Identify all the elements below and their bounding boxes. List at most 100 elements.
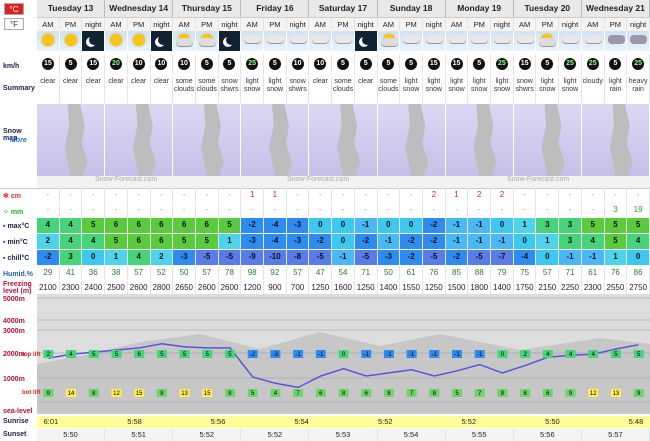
top_temps-label: -1 — [364, 352, 370, 358]
chill_c-cell: 1 — [105, 250, 128, 265]
weather-icon-cell — [286, 31, 310, 51]
freezing-cell: 1550 — [400, 281, 423, 294]
cloud-icon — [312, 35, 330, 43]
period-label: night — [491, 18, 514, 31]
wind-speed-icon: 15 — [41, 58, 54, 70]
summary-cell: light snow — [264, 76, 287, 103]
cloud-icon — [380, 38, 398, 46]
max_c-cell: 0 — [491, 218, 514, 233]
freezing-cell: 2400 — [82, 281, 106, 294]
snow_cm-cell: - — [105, 188, 128, 202]
moon-icon — [89, 35, 99, 45]
chill_c-cell: -5 — [195, 250, 219, 265]
weather-icon-cell — [37, 31, 60, 51]
freezing-cell: 2300 — [582, 281, 605, 294]
max_c-cell: 6 — [127, 218, 151, 233]
top_temps-label: -1 — [432, 352, 438, 358]
sunset-row: 5:50 5:51 5:52 5:52 5:53 5:54 5:55 5:56 5:57 — [37, 429, 650, 441]
forecast-table: { "units": {"celsius":"°C","fahrenheit":… — [0, 0, 650, 441]
cloud-snow-icon — [425, 35, 443, 43]
snow-map-image — [513, 104, 582, 176]
summary-label: Summary — [3, 85, 35, 92]
humidity-cell: 57 — [536, 266, 560, 280]
moon-icon — [158, 35, 168, 45]
bot_temps-label: 13 — [181, 391, 188, 397]
humidity-cell: 78 — [219, 266, 242, 280]
celsius-toggle[interactable]: °C — [4, 3, 24, 15]
max_c-cell: 1 — [513, 218, 537, 233]
wind-cell: 5 — [332, 55, 355, 75]
rain_mm-cell: - — [536, 203, 560, 217]
cloud-rain-icon — [630, 35, 648, 43]
wind-cell: 10 — [173, 55, 196, 75]
snow_cm-cell: - — [582, 188, 605, 202]
weather-icon-cell — [468, 31, 492, 51]
wind-cell: 10 — [287, 55, 310, 75]
sunrise-cell — [511, 416, 539, 428]
rain_mm-cell: - — [582, 203, 605, 217]
humidity-cell: 86 — [627, 266, 650, 280]
snow_cm-cell: 2 — [468, 188, 492, 202]
period-label: night — [151, 18, 174, 31]
min_c-cell: 5 — [105, 234, 128, 249]
sunrise-cell — [427, 416, 455, 428]
wind-speed-icon: 25 — [246, 58, 259, 70]
wind-speed-icon: 5 — [359, 58, 372, 70]
sun-icon — [110, 34, 123, 46]
period-label: night — [355, 18, 378, 31]
rain-row: - - - - - - - - - - - - - - - - - - - - - - - - -3 19 — [37, 203, 650, 217]
chill_c-cell: 3 — [59, 250, 83, 265]
land-shape — [541, 104, 565, 176]
snow_cm-cell: - — [536, 188, 560, 202]
day-header: Tuesday 13 Wednesday 14 Thursday 15 Friday … — [37, 0, 650, 18]
fahrenheit-toggle[interactable]: °F — [4, 18, 24, 30]
chill_c-cell: -5 — [354, 250, 378, 265]
summary-cell: light snow — [468, 76, 492, 103]
wind-cell: 5 — [264, 55, 287, 75]
wind-cell: 25 — [627, 55, 650, 75]
min_c-cell: 5 — [195, 234, 219, 249]
more-link[interactable]: More — [0, 137, 37, 144]
wind-speed-icon: 10 — [178, 58, 191, 70]
summary-row: clear clear clear clear clear clear some cloud… — [37, 76, 650, 103]
humidity-cell: 75 — [514, 266, 537, 280]
top_temps-label: -1 — [454, 352, 460, 358]
humidity-cell: 47 — [309, 266, 333, 280]
period-label: PM — [128, 18, 151, 31]
min_c-cell: 6 — [127, 234, 151, 249]
rain_mm-cell: - — [196, 203, 219, 217]
snow-map-image — [581, 104, 650, 176]
chill_c-cell: 4 — [127, 250, 151, 265]
period-row: AM PM night AM PM night AM PM night AM PM night AM PM… — [37, 18, 650, 31]
chill_c-cell: 0 — [536, 250, 560, 265]
period-label: AM — [582, 18, 605, 31]
wind-cell: 15 — [446, 55, 469, 75]
summary-cell: clear — [82, 76, 106, 103]
rain_mm-cell: - — [60, 203, 83, 217]
weather-icon-cell — [105, 31, 128, 51]
snow_cm-cell: - — [128, 188, 151, 202]
weather-icon-cell — [536, 31, 560, 51]
cloud-icon — [198, 38, 216, 46]
chill_c-cell: -9 — [241, 250, 265, 265]
freezing-cell: 1750 — [514, 281, 537, 294]
wind-cell: 25 — [491, 55, 514, 75]
period-label: AM — [309, 18, 333, 31]
wind-cell: 5 — [400, 55, 423, 75]
wind-cell: 10 — [309, 55, 333, 75]
min_c-cell: 4 — [82, 234, 106, 249]
sea-level-label: sea-level — [3, 408, 33, 414]
cloud-snow-icon — [494, 35, 512, 43]
min_c-cell: 1 — [536, 234, 560, 249]
sunrise-cell: 5:52 — [461, 417, 477, 426]
wind-speed-icon: 5 — [405, 58, 418, 70]
min_c-cell: 0 — [513, 234, 537, 249]
day-header-cell: Monday 19 — [446, 0, 514, 17]
wind-cell: 15 — [423, 55, 446, 75]
weather-icon-cell — [604, 31, 628, 51]
max_c-cell: -2 — [422, 218, 446, 233]
chill_c-cell: -2 — [445, 250, 469, 265]
period-label: PM — [400, 18, 423, 31]
chill_c-cell: -4 — [513, 250, 537, 265]
wind-speed-icon: 10 — [314, 58, 327, 70]
